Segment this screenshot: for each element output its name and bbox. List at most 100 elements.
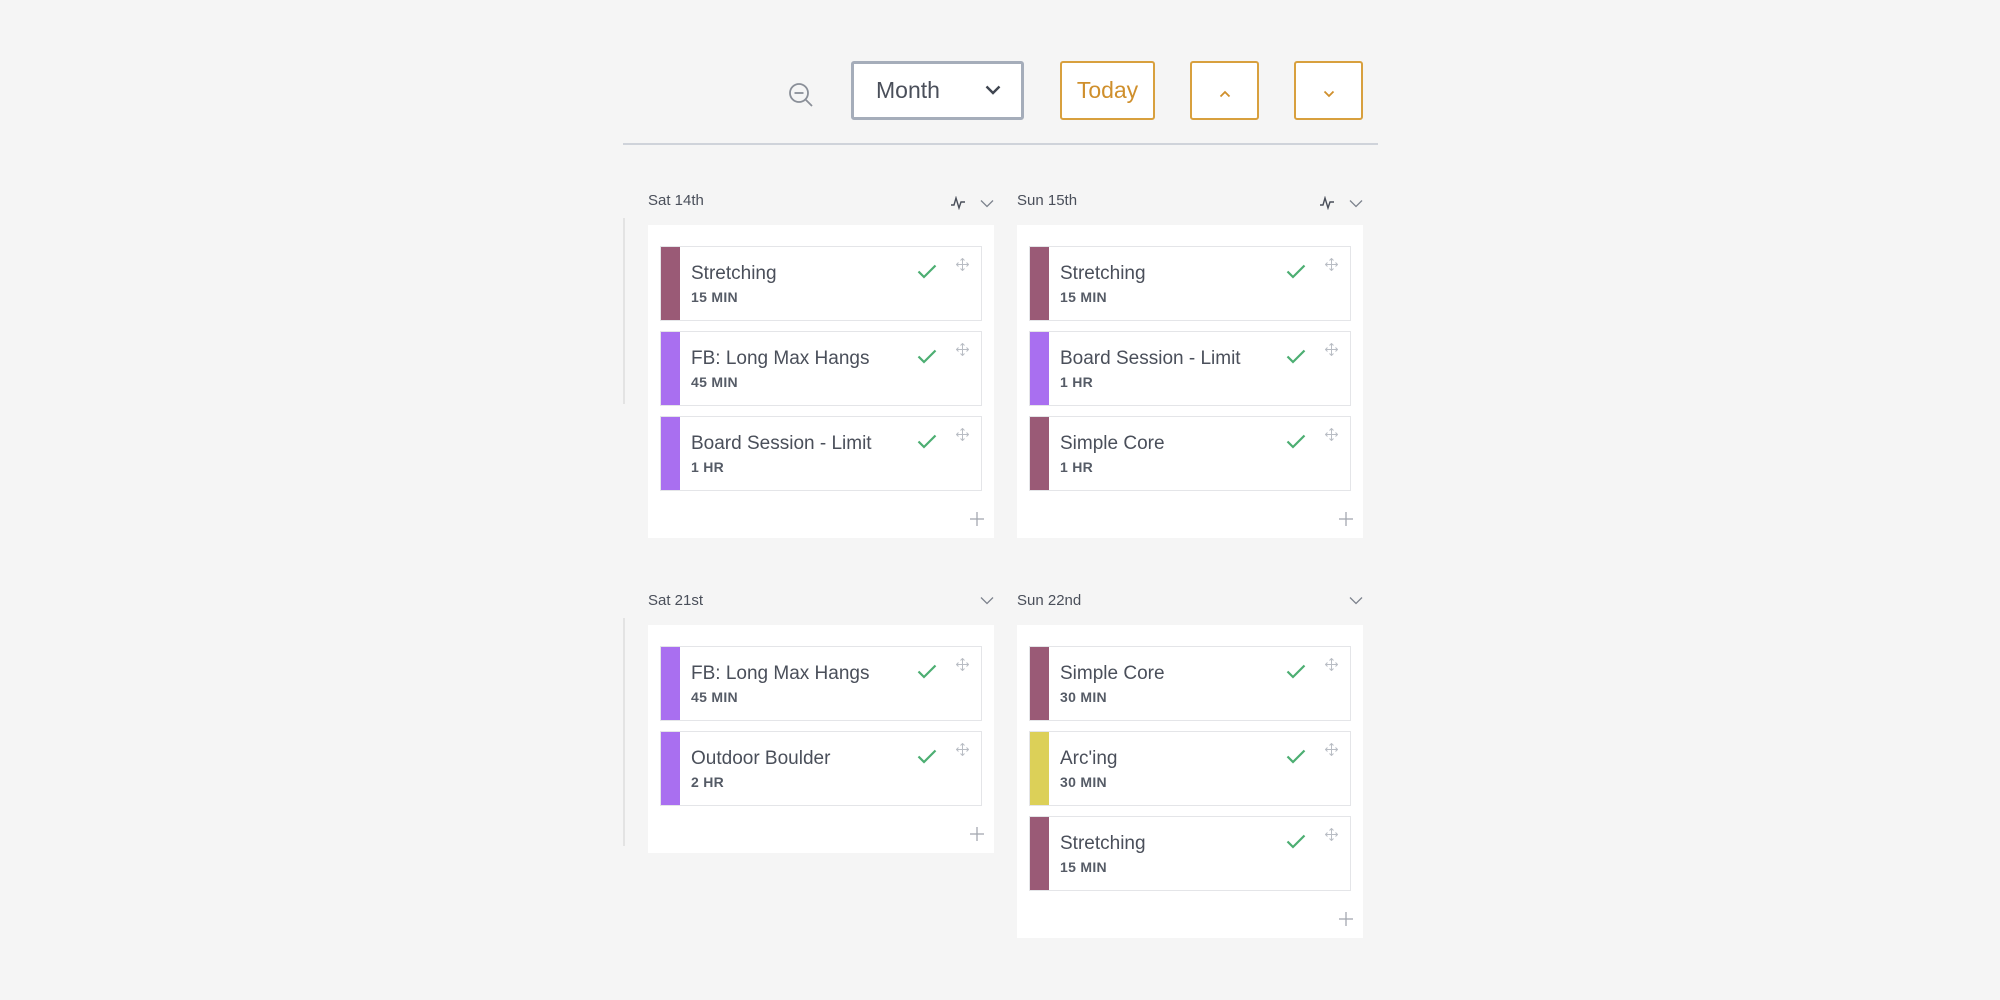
workout-title: FB: Long Max Hangs [691,663,870,684]
day-actions [1349,596,1363,605]
day-header: Sat 21st [648,592,994,625]
workout-duration: 45 MIN [691,374,738,390]
workout-card[interactable]: Stretching 15 MIN [660,246,982,321]
workout-duration: 1 HR [1060,374,1094,390]
drag-handle-icon[interactable] [1324,257,1339,276]
workout-card[interactable]: Outdoor Boulder 2 HR [660,731,982,806]
category-color-bar [661,332,680,405]
toolbar: Month Today [0,0,2000,145]
day-actions [1319,196,1363,210]
day-label: Sat 14th [648,192,704,209]
workout-card[interactable]: Stretching 15 MIN [1029,816,1351,891]
day-actions [950,196,994,210]
view-select[interactable]: Month [851,61,1024,120]
workout-duration: 30 MIN [1060,774,1107,790]
previous-button[interactable] [1190,61,1259,120]
drag-handle-icon[interactable] [1324,342,1339,361]
workout-card[interactable]: Board Session - Limit 1 HR [1029,331,1351,406]
checkmark-icon[interactable] [917,264,937,284]
day-label: Sat 21st [648,592,704,609]
chevron-down-icon[interactable] [980,596,994,605]
workout-card[interactable]: Simple Core 30 MIN [1029,646,1351,721]
next-button[interactable] [1294,61,1363,120]
workout-duration: 1 HR [691,459,725,475]
day-label: Sun 22nd [1017,592,1082,609]
category-color-bar [1030,647,1049,720]
activity-chart-icon[interactable] [1319,196,1335,210]
day-actions [980,596,994,605]
day-column: Sun 22nd Simple Core 30 MIN Arc'ing 30 MIN St… [1017,592,1363,938]
day-label: Sun 15th [1017,192,1078,209]
workout-card[interactable]: FB: Long Max Hangs 45 MIN [660,646,982,721]
drag-handle-icon[interactable] [955,742,970,761]
workout-card[interactable]: Simple Core 1 HR [1029,416,1351,491]
day-header: Sun 22nd [1017,592,1363,625]
category-color-bar [1030,332,1049,405]
checkmark-icon[interactable] [917,434,937,454]
today-button[interactable]: Today [1060,61,1155,120]
day-header: Sun 15th [1017,192,1363,225]
workout-duration: 15 MIN [1060,859,1107,875]
checkmark-icon[interactable] [1286,664,1306,684]
checkmark-icon[interactable] [1286,834,1306,854]
chevron-up-icon [1219,77,1231,104]
category-color-bar [1030,732,1049,805]
day-panel: Stretching 15 MIN FB: Long Max Hangs 45 MIN… [648,225,994,538]
drag-handle-icon[interactable] [1324,427,1339,446]
zoom-out-icon[interactable] [786,80,816,110]
add-workout-icon[interactable] [968,510,986,528]
checkmark-icon[interactable] [1286,264,1306,284]
workout-duration: 15 MIN [691,289,738,305]
day-column: Sat 21st FB: Long Max Hangs 45 MIN Outdoor … [648,592,994,853]
day-panel: Stretching 15 MIN Board Session - Limit 1 H… [1017,225,1363,538]
drag-handle-icon[interactable] [955,342,970,361]
workout-card[interactable]: Arc'ing 30 MIN [1029,731,1351,806]
drag-handle-icon[interactable] [1324,657,1339,676]
workout-card[interactable]: Stretching 15 MIN [1029,246,1351,321]
view-select-value: Month [876,77,940,103]
checkmark-icon[interactable] [1286,434,1306,454]
chevron-down-icon[interactable] [1349,596,1363,605]
drag-handle-icon[interactable] [955,257,970,276]
add-workout-icon[interactable] [1337,910,1355,928]
workout-title: Simple Core [1060,433,1165,454]
category-color-bar [661,732,680,805]
workout-title: Simple Core [1060,663,1165,684]
toolbar-divider [623,143,1378,145]
chevron-down-icon [1323,77,1335,104]
add-workout-icon[interactable] [968,825,986,843]
workout-title: Stretching [1060,263,1146,284]
workout-title: Outdoor Boulder [691,748,831,769]
checkmark-icon[interactable] [917,749,937,769]
chevron-down-icon[interactable] [980,199,994,208]
workout-title: Board Session - Limit [1060,348,1241,369]
drag-handle-icon[interactable] [1324,742,1339,761]
workout-duration: 1 HR [1060,459,1094,475]
category-color-bar [661,647,680,720]
category-color-bar [661,247,680,320]
day-panel: FB: Long Max Hangs 45 MIN Outdoor Boulder 2… [648,625,994,853]
workout-title: FB: Long Max Hangs [691,348,870,369]
workout-duration: 2 HR [691,774,725,790]
category-color-bar [1030,817,1049,890]
checkmark-icon[interactable] [917,349,937,369]
checkmark-icon[interactable] [1286,349,1306,369]
activity-chart-icon[interactable] [950,196,966,210]
day-column: Sun 15th Stretching 15 MIN Board Session - … [1017,192,1363,538]
add-workout-icon[interactable] [1337,510,1355,528]
drag-handle-icon[interactable] [1324,827,1339,846]
workout-title: Stretching [1060,833,1146,854]
workout-card[interactable]: FB: Long Max Hangs 45 MIN [660,331,982,406]
week-rail [623,618,625,846]
category-color-bar [1030,247,1049,320]
checkmark-icon[interactable] [917,664,937,684]
drag-handle-icon[interactable] [955,427,970,446]
checkmark-icon[interactable] [1286,749,1306,769]
workout-title: Board Session - Limit [691,433,872,454]
day-column: Sat 14th Stretching 15 MIN FB: Long Max Han… [648,192,994,538]
drag-handle-icon[interactable] [955,657,970,676]
week-rail [623,218,625,404]
chevron-down-icon[interactable] [1349,199,1363,208]
workout-card[interactable]: Board Session - Limit 1 HR [660,416,982,491]
category-color-bar [661,417,680,490]
